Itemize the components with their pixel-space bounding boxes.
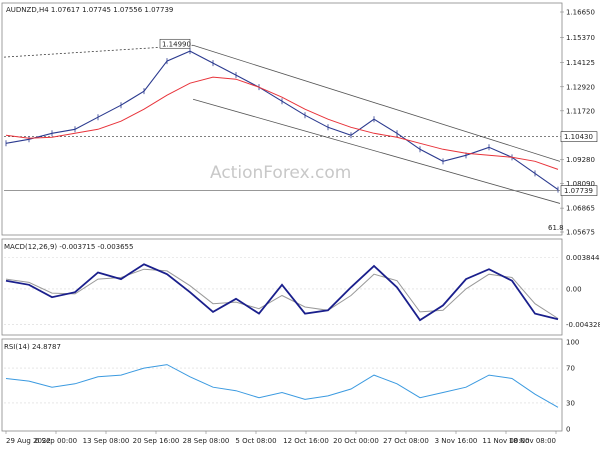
rsi-y-tick-label: 30: [566, 399, 575, 407]
price-y-tick-label: 1.15370: [566, 34, 595, 42]
price-y-tick-label: 1.11720: [566, 107, 595, 115]
level-label: 1.07739: [564, 187, 593, 195]
price-y-tick-label: 1.06865: [566, 205, 595, 213]
chart-background: [0, 0, 600, 450]
price-y-tick-label: 1.14125: [566, 59, 595, 67]
x-tick-label: 13 Sep 08:00: [83, 437, 130, 445]
x-tick-label: 18 Nov 08:00: [509, 437, 556, 445]
price-y-tick-label: 1.16650: [566, 9, 595, 17]
x-tick-label: 20 Oct 00:00: [333, 437, 379, 445]
x-tick-label: 6 Sep 00:00: [35, 437, 77, 445]
fibonacci-label: 61.8: [548, 224, 564, 232]
watermark: ActionForex.com: [210, 163, 351, 183]
rsi-y-tick-label: 0: [566, 426, 570, 434]
price-y-tick-label: 1.09280: [566, 156, 595, 164]
price-panel-title: AUDNZD,H4 1.07617 1.07745 1.07556 1.0773…: [6, 6, 173, 14]
chart-canvas: 1.16650 1.15370 1.14125 1.12920 1.11720 1.104…: [0, 0, 600, 450]
rsi-y-tick-label: 70: [566, 365, 575, 373]
price-y-tick-label: 1.12920: [566, 83, 595, 91]
x-tick-label: 27 Oct 08:00: [383, 437, 429, 445]
x-tick-label: 3 Nov 16:00: [435, 437, 478, 445]
x-tick-label: 12 Oct 16:00: [283, 437, 329, 445]
macd-y-tick-label: -0.004328: [566, 321, 600, 329]
x-tick-label: 5 Oct 08:00: [235, 437, 276, 445]
macd-y-tick-label: 0.003844: [566, 254, 600, 262]
rsi-panel-title: RSI(14) 24.8787: [4, 343, 61, 351]
chart-root: 1.16650 1.15370 1.14125 1.12920 1.11720 1.104…: [0, 0, 600, 450]
macd-panel-title: MACD(12,26,9) -0.003715 -0.003655: [4, 243, 133, 251]
price-y-tick-label: 1.05675: [566, 229, 595, 237]
x-tick-label: 20 Sep 16:00: [133, 437, 180, 445]
x-tick-label: 28 Sep 08:00: [183, 437, 230, 445]
high-annotation-label: 1.14990: [162, 40, 191, 48]
rsi-y-tick-label: 100: [566, 339, 579, 347]
macd-y-tick-label: 0.00: [566, 285, 582, 293]
level-label: 1.10430: [564, 133, 593, 141]
